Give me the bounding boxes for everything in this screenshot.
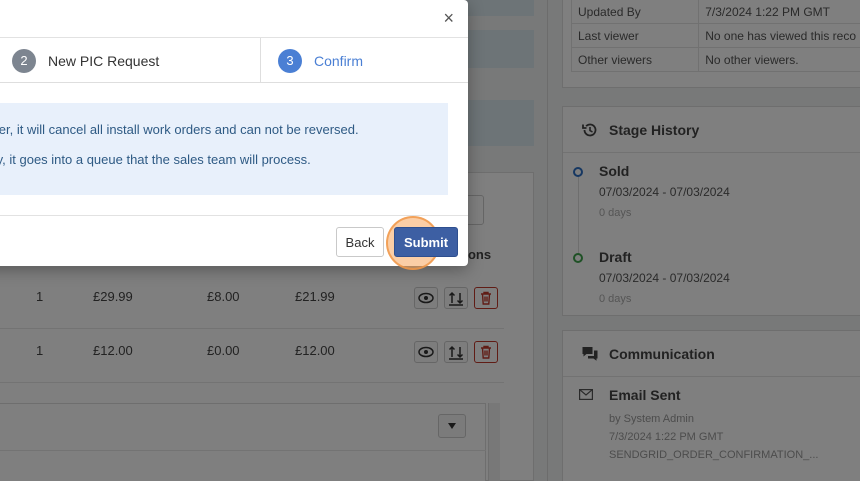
pic-request-dialog: × 2 New PIC Request 3 Confirm order, it …: [0, 0, 468, 270]
close-icon[interactable]: ×: [443, 8, 454, 29]
step-label: New PIC Request: [48, 52, 160, 69]
step-label: Confirm: [314, 52, 364, 69]
notice-line: way, it goes into a queue that the sales…: [0, 152, 311, 167]
back-button[interactable]: Back: [336, 227, 384, 257]
confirmation-notice: order, it will cancel all install work o…: [0, 103, 448, 195]
dialog-header: ×: [0, 0, 468, 38]
step-confirm[interactable]: 3 Confirm: [278, 38, 363, 83]
step-number: 3: [278, 48, 302, 73]
notice-line: order, it will cancel all install work o…: [0, 122, 359, 137]
step-number: 2: [12, 48, 36, 73]
wizard-steps: 2 New PIC Request 3 Confirm: [0, 38, 468, 83]
step-new-pic-request[interactable]: 2 New PIC Request: [12, 38, 159, 83]
dialog-footer: Back Submit: [0, 215, 468, 270]
submit-button[interactable]: Submit: [394, 227, 458, 257]
